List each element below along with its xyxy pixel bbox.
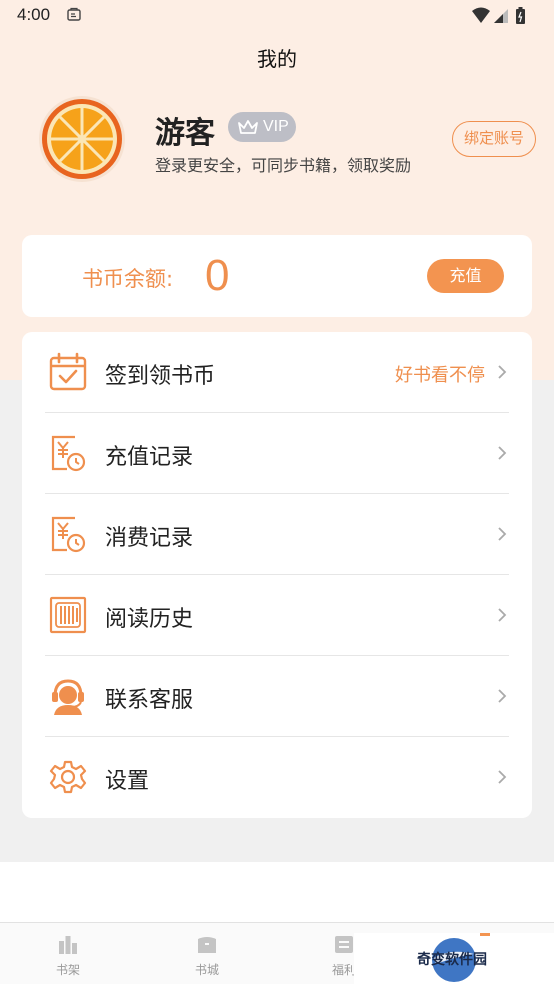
yuan-record-icon — [51, 516, 86, 553]
bookshelf-icon — [59, 936, 77, 954]
tab-bookstore[interactable]: 书城 — [172, 923, 242, 984]
menu-item-reading-history[interactable]: 阅读历史 — [22, 575, 532, 656]
gear-icon — [49, 760, 87, 794]
menu-item-label: 签到领书币 — [105, 364, 216, 389]
recharge-button[interactable]: 充值 — [427, 259, 504, 293]
welfare-icon — [335, 936, 353, 953]
bottom-spacer — [0, 862, 554, 922]
menu-item-label: 设置 — [105, 769, 150, 794]
watermark-accent — [480, 933, 490, 936]
menu-item-checkin[interactable]: 签到领书币 好书看不停 — [22, 332, 532, 413]
login-hint: 登录更安全，可同步书籍，领取奖励 — [155, 156, 412, 175]
menu-item-spending-history[interactable]: 消费记录 — [22, 494, 532, 575]
watermark: 奇变软件园 — [354, 933, 554, 984]
calendar-check-icon — [49, 352, 87, 391]
status-icons — [472, 7, 525, 24]
tab-label: 书架 — [55, 963, 80, 977]
menu-item-recharge-history[interactable]: 充值记录 — [22, 413, 532, 494]
bookstore-icon — [198, 937, 216, 953]
status-time: 4:00 — [17, 5, 51, 24]
avatar[interactable] — [38, 95, 126, 183]
menu-list: 签到领书币 好书看不停 充值记录 消费记录 阅读历史 联系客服 设置 — [22, 332, 532, 818]
balance-card: 书币余额: 0 充值 — [22, 235, 532, 317]
menu-item-label: 联系客服 — [105, 688, 194, 713]
status-bar: 4:00 — [0, 0, 554, 32]
user-name: 游客 — [155, 116, 215, 151]
watermark-text: 奇变软件园 — [417, 952, 487, 968]
menu-item-label: 充值记录 — [105, 445, 194, 470]
yuan-record-icon — [51, 435, 86, 472]
bind-account-button[interactable]: 绑定账号 — [452, 121, 536, 157]
menu-item-promo: 好书看不停 — [395, 365, 485, 386]
chevron-right-icon — [498, 365, 507, 379]
menu-item-settings[interactable]: 设置 — [22, 737, 532, 818]
vip-label: VIP — [263, 118, 289, 135]
page-title: 我的 — [257, 47, 297, 71]
menu-item-customer-service[interactable]: 联系客服 — [22, 656, 532, 737]
chevron-right-icon — [498, 689, 507, 703]
balance-value: 0 — [205, 251, 230, 300]
wifi-icon — [472, 7, 490, 23]
crown-icon — [238, 120, 258, 134]
balance-label: 书币余额: — [82, 267, 174, 291]
chevron-right-icon — [498, 770, 507, 784]
tab-bookshelf[interactable]: 书架 — [33, 923, 103, 984]
reading-history-icon — [49, 596, 87, 634]
notification-icon — [67, 7, 81, 21]
menu-item-label: 消费记录 — [105, 526, 194, 551]
customer-service-icon — [52, 679, 84, 715]
chevron-right-icon — [498, 608, 507, 622]
menu-item-label: 阅读历史 — [105, 607, 194, 632]
tab-label: 书城 — [194, 963, 219, 977]
chevron-right-icon — [498, 446, 507, 460]
vip-badge: VIP — [228, 112, 296, 142]
chevron-right-icon — [498, 527, 507, 541]
